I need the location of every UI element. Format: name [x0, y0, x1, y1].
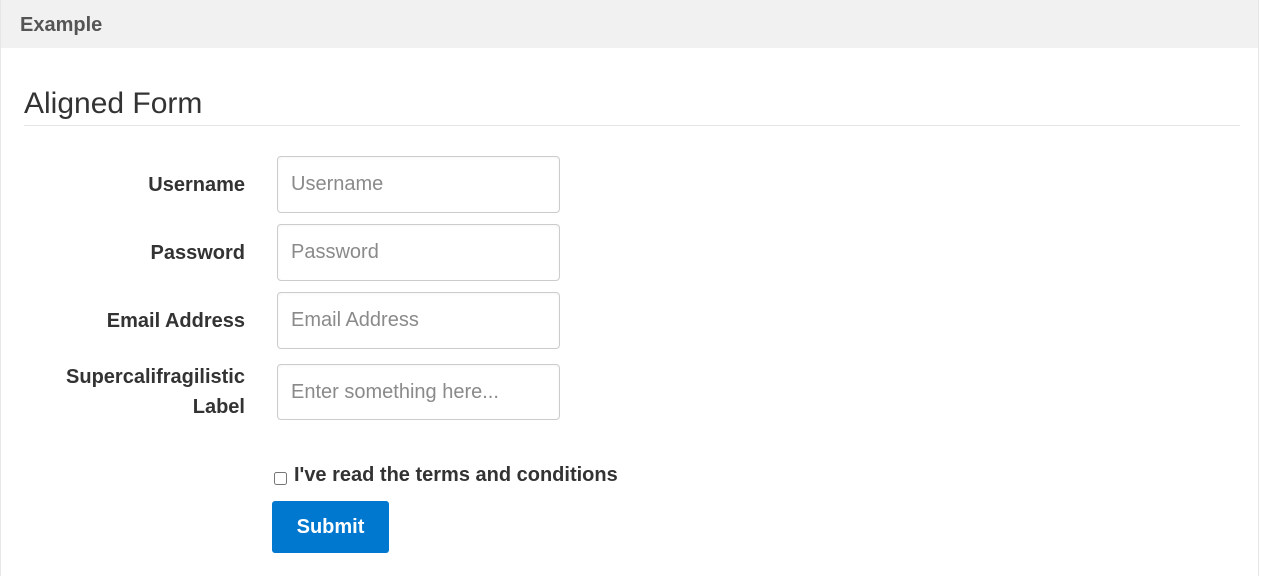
form-legend: Aligned Form — [24, 86, 1240, 126]
terms-checkbox[interactable] — [274, 471, 287, 485]
supercalifragilistic-label-line2: Label — [192, 396, 245, 418]
panel-header: Example — [1, 0, 1258, 48]
form-legend-text: Aligned Form — [24, 87, 203, 120]
password-label: Password — [150, 242, 245, 264]
terms-checkbox-label: I've read the terms and conditions — [294, 464, 618, 486]
panel-title: Example — [20, 14, 103, 36]
supercalifragilistic-label: Supercalifragilistic Label — [66, 362, 245, 422]
example-panel: Example Aligned Form Username Password E… — [0, 0, 1259, 576]
supercalifragilistic-label-line1: Supercalifragilistic — [66, 366, 245, 388]
supercalifragilistic-input[interactable] — [277, 364, 560, 420]
email-label: Email Address — [106, 310, 245, 332]
email-input[interactable] — [277, 292, 560, 349]
username-input[interactable] — [277, 156, 560, 213]
submit-button[interactable]: Submit — [272, 501, 389, 553]
terms-checkbox-row[interactable]: I've read the terms and conditions — [274, 460, 618, 490]
password-input[interactable] — [277, 224, 560, 281]
username-label: Username — [148, 174, 245, 196]
